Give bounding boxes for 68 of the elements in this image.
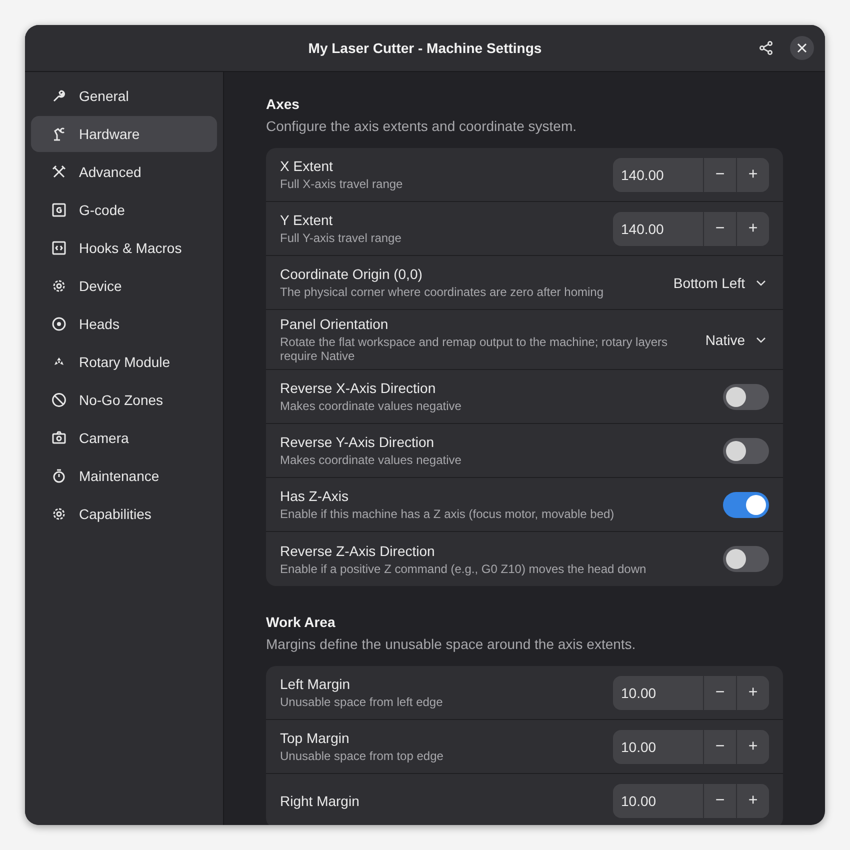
section-description: Margins define the unusable space around the axis extents.: [266, 636, 637, 652]
section-title: Work Area: [266, 614, 336, 630]
camera-icon: [51, 430, 67, 446]
row-title: Coordinate Origin (0,0): [280, 266, 424, 282]
sidebar-item[interactable]: Heads: [31, 306, 217, 342]
section-title: Axes: [266, 96, 300, 112]
no-entry-icon: [51, 392, 67, 408]
number-field[interactable]: 140.00: [613, 212, 703, 246]
toggle-switch[interactable]: [723, 384, 769, 410]
sidebar-item[interactable]: Advanced: [31, 154, 217, 190]
dropdown-button[interactable]: Bottom Left: [671, 274, 769, 290]
row-subtitle: The physical corner where coordinates are zero after homing: [280, 285, 604, 299]
increment-button[interactable]: +: [736, 676, 769, 710]
row-subtitle: Enable if this machine has a Z axis (focus motor, movable bed): [280, 507, 616, 521]
close-button[interactable]: [790, 36, 814, 60]
section-description: Configure the axis extents and coordinate system.: [266, 118, 578, 134]
row-title: Panel Orientation: [280, 316, 390, 332]
sidebar-item[interactable]: Hooks & Macros: [31, 230, 217, 266]
target-icon: [51, 316, 67, 332]
row-title: X Extent: [280, 158, 334, 174]
dropdown-button[interactable]: Native: [703, 332, 769, 348]
row-title: Top Margin: [280, 730, 350, 746]
row-title: Y Extent: [280, 212, 334, 228]
row-subtitle: Enable if a positive Z command (e.g., G0 Z10) moves the head down: [280, 562, 648, 576]
number-field[interactable]: 10.00: [613, 730, 703, 764]
robot-arm-icon: [51, 126, 67, 142]
sidebar-item[interactable]: Camera: [31, 420, 217, 456]
stopwatch-icon: [51, 468, 67, 484]
number-field[interactable]: 10.00: [613, 676, 703, 710]
sidebar-item[interactable]: G-code: [31, 192, 217, 228]
row-subtitle: Makes coordinate values negative: [280, 399, 462, 413]
sidebar-item[interactable]: No-Go Zones: [31, 382, 217, 418]
row-title: Reverse X-Axis Direction: [280, 380, 437, 396]
row-title: Reverse Z-Axis Direction: [280, 542, 436, 558]
sidebar-item[interactable]: Capabilities: [31, 496, 217, 532]
increment-button[interactable]: +: [736, 730, 769, 764]
sidebar-item[interactable]: General: [31, 78, 217, 114]
row-subtitle: Full Y-axis travel range: [280, 231, 402, 245]
increment-button[interactable]: +: [736, 784, 769, 818]
sidebar-item[interactable]: Rotary Module: [31, 344, 217, 380]
tools-icon: [51, 164, 67, 180]
increment-button[interactable]: +: [736, 212, 769, 246]
row-subtitle: Rotate the flat workspace and remap output to the machine; rotary layers require Native: [280, 335, 669, 363]
window-title: My Laser Cutter - Machine Settings: [308, 40, 542, 56]
row-title: Reverse Y-Axis Direction: [280, 434, 436, 450]
wrench-icon: [51, 88, 67, 104]
letter-g-icon: [51, 202, 67, 218]
gear-icon: [51, 278, 67, 294]
increment-button[interactable]: +: [736, 158, 769, 192]
row-subtitle: Full X-axis travel range: [280, 177, 404, 191]
toggle-switch[interactable]: [723, 492, 769, 518]
row-subtitle: Unusable space from top edge: [280, 749, 444, 763]
code-icon: [51, 240, 67, 256]
sidebar-item[interactable]: Hardware: [31, 116, 217, 152]
number-field[interactable]: 10.00: [613, 784, 703, 818]
row-title: Has Z-Axis: [280, 488, 350, 504]
number-field[interactable]: 140.00: [613, 158, 703, 192]
gear-icon: [51, 506, 67, 522]
sidebar-item[interactable]: Maintenance: [31, 458, 217, 494]
share-icon: [758, 40, 774, 56]
close-icon: [797, 43, 807, 53]
row-title: Left Margin: [280, 676, 352, 692]
row-subtitle: Makes coordinate values negative: [280, 453, 462, 467]
row-title: Right Margin: [280, 793, 360, 809]
toggle-switch[interactable]: [723, 546, 769, 572]
row-subtitle: Unusable space from left edge: [280, 695, 444, 709]
toggle-switch[interactable]: [723, 438, 769, 464]
sidebar-item[interactable]: Device: [31, 268, 217, 304]
